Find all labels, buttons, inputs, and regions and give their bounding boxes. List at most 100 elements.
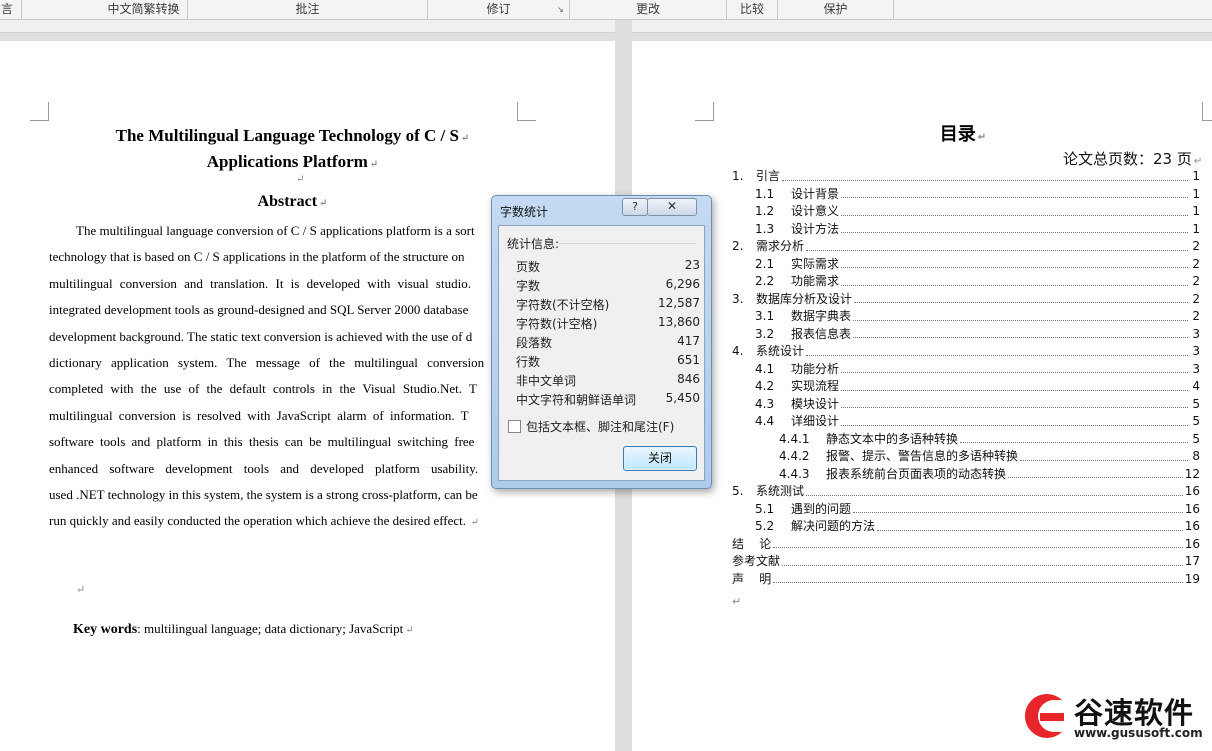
abstract-line: run quickly and easily conducted the ope… xyxy=(49,513,479,529)
toc-entry[interactable]: 4.2 实现流程 4 xyxy=(732,378,1200,396)
toc-entry[interactable]: 5.2 解决问题的方法 16 xyxy=(732,518,1200,536)
keywords: Key words: multilingual language; data d… xyxy=(73,621,414,637)
toc-leader xyxy=(841,407,1188,408)
toc-entry[interactable]: 1.2 设计意义 1 xyxy=(732,203,1200,221)
toc-page-number: 17 xyxy=(1184,554,1200,568)
toc-entry[interactable]: 3.1 数据字典表 2 xyxy=(732,308,1200,326)
close-button[interactable]: 关闭 xyxy=(623,446,697,471)
include-textbox-checkbox[interactable]: 包括文本框、脚注和尾注(F) xyxy=(508,418,674,435)
toc-text: 设计背景 xyxy=(791,186,840,201)
toc-page-number: 5 xyxy=(1192,431,1200,446)
table-of-contents: 1. 引言 1 1.1 设计背景 1 1.2 设计意义 1 1.3 设计方法 1 2. 需求分析 2 2.1 实… xyxy=(732,168,1200,588)
toc-page-number: 16 xyxy=(1184,501,1200,516)
toc-entry[interactable]: 4.4.1 静态文本中的多语种转换 5 xyxy=(732,431,1200,449)
toc-number: 4.3 xyxy=(755,396,775,411)
toc-leader xyxy=(853,337,1188,338)
toc-page-number: 3 xyxy=(1192,344,1200,358)
toc-text: 遇到的问题 xyxy=(791,501,852,516)
crop-mark xyxy=(517,102,536,121)
toc-number: 2.1 xyxy=(755,256,775,271)
toc-entry[interactable]: 2. 需求分析 2 xyxy=(732,238,1200,256)
ribbon-group-compare[interactable]: 比较 xyxy=(727,0,778,19)
checkbox-box[interactable] xyxy=(508,420,521,433)
toc-page-number: 1 xyxy=(1192,169,1200,183)
tracking-launcher-icon[interactable]: ↘ xyxy=(557,6,564,14)
stat-row: 段落数 417 xyxy=(516,334,700,350)
stat-row: 中文字符和朝鲜语单词 5,450 xyxy=(516,391,700,407)
toc-leader xyxy=(806,354,1188,356)
toc-text: 数据字典表 xyxy=(791,309,852,323)
ribbon-group-tracking[interactable]: 修订 xyxy=(428,0,570,19)
ribbon-group-protect[interactable]: 保护 xyxy=(778,0,894,19)
toc-text: 结 论 xyxy=(732,536,772,551)
toc-page-number: 5 xyxy=(1192,396,1200,411)
toc-number: 1.3 xyxy=(755,221,775,236)
toc-entry[interactable]: 3.2 报表信息表 3 xyxy=(732,326,1200,344)
toc-page-number: 1 xyxy=(1192,186,1200,201)
toc-number: 3.1 xyxy=(755,309,775,323)
toc-entry[interactable]: 2.1 实际需求 2 xyxy=(732,256,1200,274)
ribbon-group-language[interactable]: 言 xyxy=(0,0,22,19)
toc-leader xyxy=(960,442,1188,443)
toc-entry[interactable]: 4.1 功能分析 3 xyxy=(732,361,1200,379)
toc-text: 模块设计 xyxy=(791,396,840,411)
toc-entry[interactable]: 2.2 功能需求 2 xyxy=(732,273,1200,291)
toc-entry[interactable]: 声 明 19 xyxy=(732,571,1200,589)
toc-text: 数据库分析及设计 xyxy=(756,291,853,306)
abstract-line: used .NET technology in this system, the… xyxy=(49,487,478,503)
paragraph-mark: ↵ xyxy=(76,584,86,596)
ribbon-group-changes[interactable]: 更改 xyxy=(570,0,727,19)
toc-entry[interactable]: 5. 系统测试 16 xyxy=(732,483,1200,501)
toc-text: 实现流程 xyxy=(791,379,840,393)
toc-number: 4. xyxy=(732,344,744,358)
toc-leader xyxy=(841,372,1188,373)
toc-entry[interactable]: 1. 引言 1 xyxy=(732,168,1200,186)
toc-number: 5. xyxy=(732,484,744,498)
logo-url: www.gususoft.com xyxy=(1074,726,1203,740)
toc-number: 4.4.3 xyxy=(779,466,810,481)
stat-row: 行数 651 xyxy=(516,353,700,369)
abstract-line: technology that is based on C / S applic… xyxy=(49,249,465,265)
crop-mark xyxy=(695,102,714,121)
abstract-body: The multilingual language conversion of … xyxy=(49,218,511,537)
toc-text: 设计意义 xyxy=(791,204,840,218)
toc-leader xyxy=(841,214,1188,216)
ribbon-group-comments[interactable]: 批注 xyxy=(188,0,428,19)
toc-leader xyxy=(841,284,1188,286)
toc-text: 声 明 xyxy=(732,571,772,586)
abstract-line: multilingual conversion and translation.… xyxy=(49,275,471,291)
toc-leader xyxy=(877,529,1183,531)
divider xyxy=(559,243,696,244)
total-pages: 论文总页数：23 页 ↵ xyxy=(1063,150,1203,168)
toc-number: 4.4.2 xyxy=(779,449,810,463)
toc-entry[interactable]: 1.3 设计方法 1 xyxy=(732,221,1200,239)
help-icon[interactable]: ? xyxy=(622,198,648,216)
toc-number: 5.2 xyxy=(755,519,775,533)
toc-page-number: 2 xyxy=(1192,256,1200,271)
toc-leader xyxy=(841,232,1188,233)
toc-leader xyxy=(782,179,1188,181)
toc-leader xyxy=(841,424,1188,426)
toc-entry[interactable]: 4.3 模块设计 5 xyxy=(732,396,1200,414)
close-icon[interactable]: ✕ xyxy=(647,198,697,216)
toc-text: 实际需求 xyxy=(791,256,840,271)
toc-entry[interactable]: 4. 系统设计 3 xyxy=(732,343,1200,361)
toc-entry[interactable]: 参考文献 17 xyxy=(732,553,1200,571)
ribbon-group-chinese-conversion[interactable]: 中文简繁转换 xyxy=(100,0,188,19)
toc-page-number: 16 xyxy=(1184,519,1200,533)
toc-entry[interactable]: 4.4.2 报警、提示、警告信息的多语种转换 8 xyxy=(732,448,1200,466)
dialog-body: 统计信息: 页数 23 字数 6,296 字符数(不计空格) 12,587 字符数(计… xyxy=(498,225,705,481)
toc-leader xyxy=(773,582,1183,583)
toc-entry[interactable]: 5.1 遇到的问题 16 xyxy=(732,501,1200,519)
toc-entry[interactable]: 4.4.3 报表系统前台页面表项的动态转换 12 xyxy=(732,466,1200,484)
toc-text: 引言 xyxy=(756,169,781,183)
toc-entry[interactable]: 4.4 详细设计 5 xyxy=(732,413,1200,431)
toc-entry[interactable]: 3. 数据库分析及设计 2 xyxy=(732,291,1200,309)
toc-number: 4.4 xyxy=(755,414,775,428)
toc-entry[interactable]: 1.1 设计背景 1 xyxy=(732,186,1200,204)
toc-leader xyxy=(853,512,1183,513)
toc-leader xyxy=(1020,459,1188,461)
toc-leader xyxy=(841,267,1188,268)
toc-page-number: 5 xyxy=(1192,414,1200,428)
toc-entry[interactable]: 结 论 16 xyxy=(732,536,1200,554)
